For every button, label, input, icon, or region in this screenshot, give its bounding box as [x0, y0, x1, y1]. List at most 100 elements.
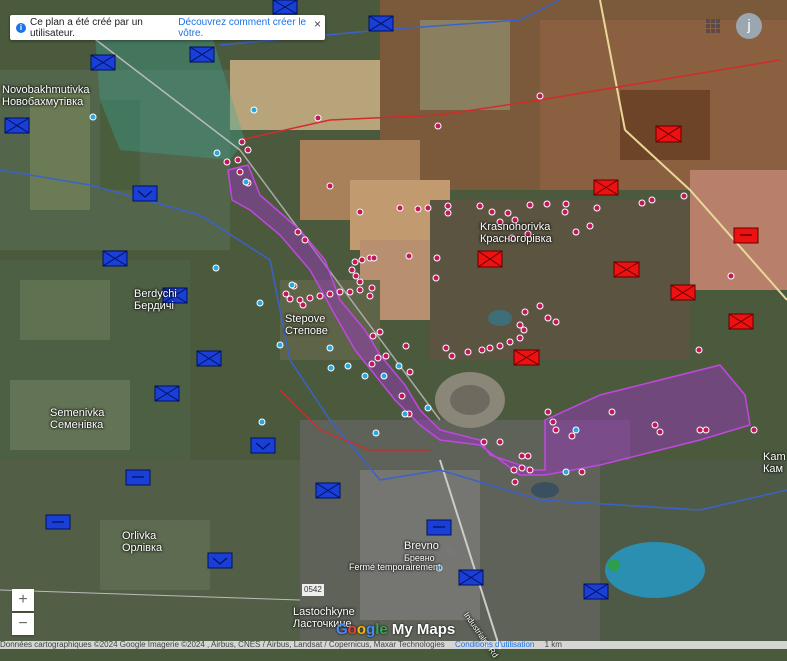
ru-unit-marker[interactable] [513, 349, 540, 366]
ru-position-dot[interactable] [236, 168, 244, 176]
ru-position-dot[interactable] [306, 294, 314, 302]
ru-unit-marker[interactable] [670, 284, 696, 301]
ru-position-dot[interactable] [544, 314, 552, 322]
ru-position-dot[interactable] [464, 348, 472, 356]
ua-position-dot[interactable] [572, 426, 580, 434]
ru-position-dot[interactable] [543, 200, 551, 208]
ru-position-dot[interactable] [444, 202, 452, 210]
ru-position-dot[interactable] [648, 196, 656, 204]
ru-position-dot[interactable] [442, 344, 450, 352]
ru-position-dot[interactable] [434, 122, 442, 130]
ua-unit-marker[interactable] [90, 54, 116, 71]
ru-position-dot[interactable] [480, 438, 488, 446]
ru-position-dot[interactable] [506, 338, 514, 346]
ru-position-dot[interactable] [326, 290, 334, 298]
account-avatar[interactable]: j [736, 13, 762, 39]
ua-unit-marker[interactable] [368, 15, 394, 32]
ru-position-dot[interactable] [727, 272, 735, 280]
ua-position-dot[interactable] [372, 429, 380, 437]
ru-position-dot[interactable] [488, 208, 496, 216]
ru-position-dot[interactable] [510, 466, 518, 474]
ru-position-dot[interactable] [518, 464, 526, 472]
ua-unit-marker[interactable] [250, 437, 276, 454]
ru-position-dot[interactable] [486, 344, 494, 352]
ru-position-dot[interactable] [356, 208, 364, 216]
ru-position-dot[interactable] [406, 368, 414, 376]
ru-position-dot[interactable] [398, 392, 406, 400]
ru-position-dot[interactable] [680, 192, 688, 200]
ru-position-dot[interactable] [444, 209, 452, 217]
ua-position-dot[interactable] [395, 362, 403, 370]
ru-position-dot[interactable] [549, 418, 557, 426]
ru-position-dot[interactable] [299, 301, 307, 309]
ru-position-dot[interactable] [244, 146, 252, 154]
ru-position-dot[interactable] [316, 292, 324, 300]
ru-position-dot[interactable] [382, 352, 390, 360]
ru-position-dot[interactable] [301, 236, 309, 244]
ru-position-dot[interactable] [368, 284, 376, 292]
ru-position-dot[interactable] [370, 254, 378, 262]
ru-position-dot[interactable] [696, 426, 704, 434]
satellite-map[interactable] [0, 0, 787, 649]
ru-position-dot[interactable] [750, 426, 758, 434]
ru-position-dot[interactable] [656, 428, 664, 436]
ru-position-dot[interactable] [414, 205, 422, 213]
ru-position-dot[interactable] [552, 426, 560, 434]
ru-position-dot[interactable] [286, 295, 294, 303]
ru-position-dot[interactable] [496, 438, 504, 446]
ua-unit-marker[interactable] [426, 519, 452, 536]
ru-position-dot[interactable] [608, 408, 616, 416]
ua-unit-marker[interactable] [4, 117, 30, 134]
ru-position-dot[interactable] [593, 204, 601, 212]
ru-position-dot[interactable] [366, 292, 374, 300]
ua-position-dot[interactable] [361, 372, 369, 380]
ru-position-dot[interactable] [524, 452, 532, 460]
ru-position-dot[interactable] [424, 204, 432, 212]
ru-position-dot[interactable] [562, 200, 570, 208]
ru-position-dot[interactable] [526, 466, 534, 474]
ru-position-dot[interactable] [526, 201, 534, 209]
ua-position-dot[interactable] [213, 149, 221, 157]
ua-unit-marker[interactable] [45, 514, 71, 530]
ru-position-dot[interactable] [702, 426, 710, 434]
ru-position-dot[interactable] [376, 328, 384, 336]
ua-position-dot[interactable] [562, 468, 570, 476]
ru-position-dot[interactable] [561, 208, 569, 216]
ru-position-dot[interactable] [294, 228, 302, 236]
ru-position-dot[interactable] [326, 182, 334, 190]
ua-position-dot[interactable] [288, 281, 296, 289]
ru-position-dot[interactable] [518, 452, 526, 460]
ru-position-dot[interactable] [368, 360, 376, 368]
ua-position-dot[interactable] [89, 113, 97, 121]
ru-position-dot[interactable] [369, 332, 377, 340]
ua-position-dot[interactable] [250, 106, 258, 114]
ua-position-dot[interactable] [327, 364, 335, 372]
ru-position-dot[interactable] [448, 352, 456, 360]
ru-position-dot[interactable] [314, 114, 322, 122]
ru-position-dot[interactable] [552, 318, 560, 326]
ua-position-dot[interactable] [380, 372, 388, 380]
banner-link[interactable]: Découvrez comment créer le vôtre. [178, 17, 319, 39]
ua-position-dot[interactable] [401, 410, 409, 418]
ua-position-dot[interactable] [276, 341, 284, 349]
ua-unit-marker[interactable] [458, 569, 484, 586]
ru-position-dot[interactable] [496, 342, 504, 350]
ru-position-dot[interactable] [504, 209, 512, 217]
ua-position-dot[interactable] [344, 362, 352, 370]
ru-position-dot[interactable] [638, 199, 646, 207]
ru-position-dot[interactable] [238, 138, 246, 146]
terms-link[interactable]: Conditions d'utilisation [455, 641, 534, 649]
ua-position-dot[interactable] [256, 299, 264, 307]
zoom-out-button[interactable]: − [12, 613, 34, 635]
ru-position-dot[interactable] [578, 468, 586, 476]
ru-position-dot[interactable] [351, 258, 359, 266]
ru-position-dot[interactable] [348, 266, 356, 274]
ru-position-dot[interactable] [586, 222, 594, 230]
apps-grid-icon[interactable] [706, 19, 720, 33]
ru-position-dot[interactable] [374, 354, 382, 362]
park-icon[interactable] [608, 559, 620, 571]
ua-unit-marker[interactable] [132, 185, 158, 202]
ua-unit-marker[interactable] [125, 469, 151, 486]
ru-position-dot[interactable] [476, 202, 484, 210]
ua-unit-marker[interactable] [102, 250, 128, 267]
